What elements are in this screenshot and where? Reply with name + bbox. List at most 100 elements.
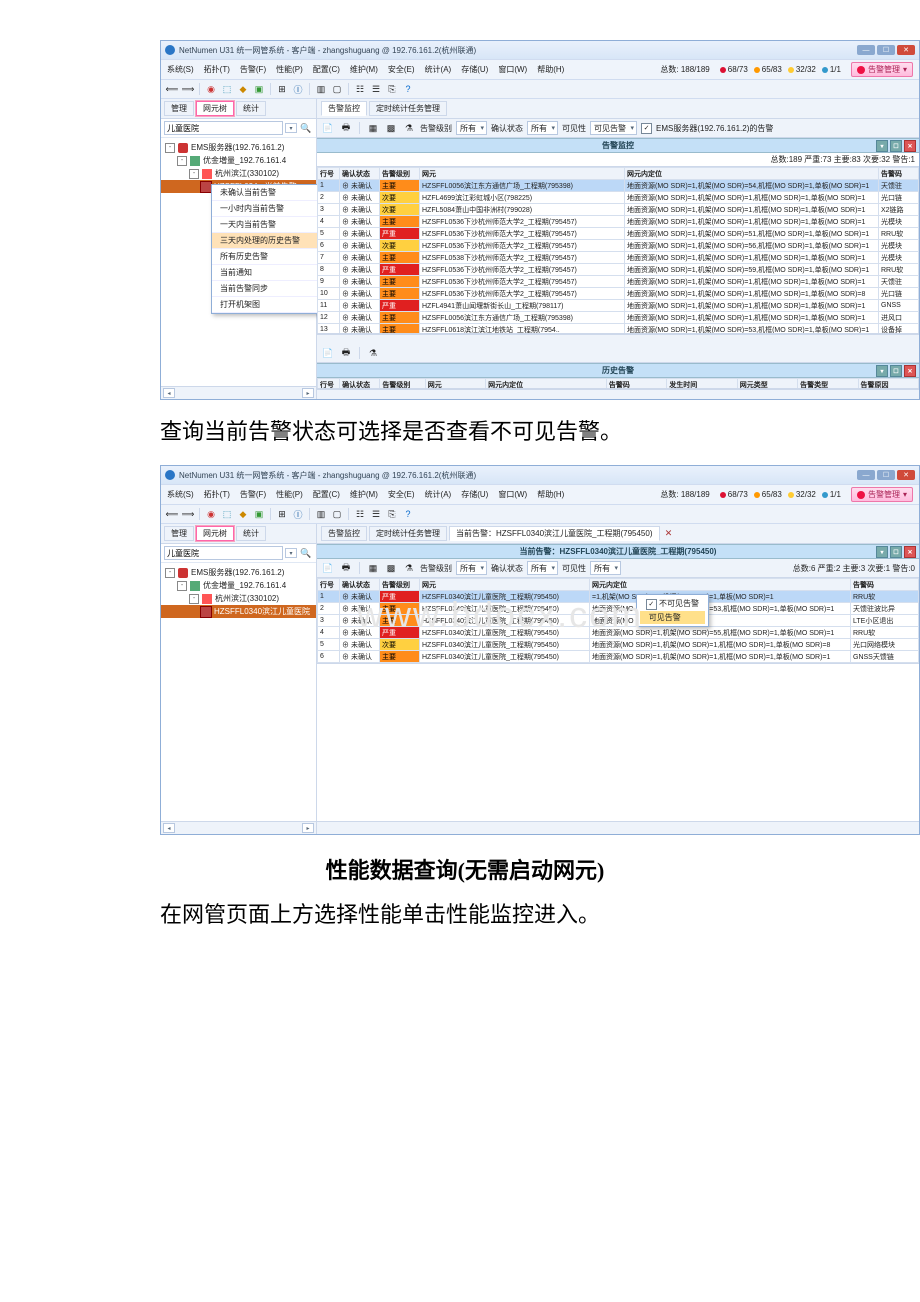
filter-icon[interactable]: ⚗ bbox=[402, 561, 416, 575]
toolbar-icon[interactable]: ◉ bbox=[204, 82, 218, 96]
table-row[interactable]: 6⊕ 未确认次要HZSFFL0536下沙杭州师范大学2_工程期(795457)地… bbox=[318, 240, 919, 252]
toolbar-icon[interactable]: ▣ bbox=[252, 507, 266, 521]
table-row[interactable]: 3⊕ 未确认主要HZSFFL0340滨江儿童医院_工程期(795450)地面资源… bbox=[318, 615, 919, 627]
toolbar-icon[interactable]: ☰ bbox=[369, 507, 383, 521]
toolbar-icon[interactable]: ▥ bbox=[314, 82, 328, 96]
search-icon[interactable]: 🔍 bbox=[299, 121, 313, 135]
minimize-button[interactable]: — bbox=[857, 470, 875, 480]
menu-topology[interactable]: 拓扑(T) bbox=[204, 489, 230, 500]
grid-icon[interactable]: ▦ bbox=[366, 121, 380, 135]
restore-panel-icon[interactable]: ☐ bbox=[890, 140, 902, 152]
toolbar-icon[interactable]: Ⓘ bbox=[291, 82, 305, 96]
table-row[interactable]: 1⊕ 未确认严重HZSFFL0340滨江儿童医院_工程期(795450)=1,机… bbox=[318, 591, 919, 603]
grid-icon[interactable]: ▩ bbox=[384, 121, 398, 135]
tree-item[interactable]: -EMS服务器(192.76.161.2) bbox=[161, 141, 316, 154]
grid-icon[interactable]: ▦ bbox=[366, 561, 380, 575]
table-row[interactable]: 5⊕ 未确认次要HZSFFL0340滨江儿童医院_工程期(795450)地面资源… bbox=[318, 639, 919, 651]
horizontal-scrollbar[interactable] bbox=[317, 334, 919, 344]
export-icon[interactable]: 📄 bbox=[321, 561, 335, 575]
menu-storage[interactable]: 存储(U) bbox=[461, 489, 488, 500]
close-panel-icon[interactable]: ✕ bbox=[904, 365, 916, 377]
horizontal-scrollbar[interactable] bbox=[317, 821, 919, 834]
right-tab-alarm-monitor[interactable]: 告警监控 bbox=[321, 101, 367, 116]
close-panel-icon[interactable]: ✕ bbox=[904, 140, 916, 152]
history-table[interactable]: 行号确认状态告警级别网元网元内定位告警码发生时间网元类型告警类型告警原因 bbox=[317, 378, 919, 389]
tree-item[interactable]: -EMS服务器(192.76.161.2) bbox=[161, 566, 316, 579]
horizontal-scrollbar[interactable] bbox=[317, 389, 919, 399]
filter-vis-dropdown[interactable]: 所有 bbox=[590, 561, 621, 575]
filter-icon[interactable]: ⚗ bbox=[366, 346, 380, 360]
column-header[interactable]: 网元类型 bbox=[737, 379, 797, 390]
column-header[interactable]: 网元 bbox=[425, 379, 485, 390]
back-icon[interactable]: ⟸ bbox=[165, 507, 179, 521]
search-icon[interactable]: 🔍 bbox=[299, 546, 313, 560]
toolbar-icon[interactable]: ☷ bbox=[353, 507, 367, 521]
right-tab-task-mgmt[interactable]: 定时统计任务管理 bbox=[369, 101, 447, 116]
sidebar-tab-stats[interactable]: 统计 bbox=[236, 101, 266, 116]
column-header[interactable]: 告警级别 bbox=[380, 168, 420, 180]
print-icon[interactable]: 🖶 bbox=[339, 346, 353, 360]
sidebar-tab-manage[interactable]: 管理 bbox=[164, 526, 194, 541]
close-button[interactable]: ✕ bbox=[897, 45, 915, 55]
table-row[interactable]: 10⊕ 未确认主要HZSFFL0536下沙杭州师范大学2_工程期(795457)… bbox=[318, 288, 919, 300]
sidebar-tab-manage[interactable]: 管理 bbox=[164, 101, 194, 116]
table-row[interactable]: 12⊕ 未确认主要HZSFFL0056滨江东方通信广场_工程期(795398)地… bbox=[318, 312, 919, 324]
scroll-right-icon[interactable]: ▸ bbox=[302, 388, 314, 398]
menu-statistics[interactable]: 统计(A) bbox=[425, 64, 452, 75]
search-dropdown-icon[interactable]: ▾ bbox=[285, 123, 297, 133]
column-header[interactable]: 告警码 bbox=[606, 379, 666, 390]
sidebar-tab-ne-tree[interactable]: 网元树 bbox=[196, 526, 234, 541]
toolbar-icon[interactable]: ◆ bbox=[236, 82, 250, 96]
scroll-left-icon[interactable]: ◂ bbox=[163, 388, 175, 398]
maximize-button[interactable]: ☐ bbox=[877, 45, 895, 55]
column-header[interactable]: 网元 bbox=[420, 168, 625, 180]
alarm-table[interactable]: 行号确认状态告警级别网元网元内定位告警码1⊕ 未确认主要HZSFFL0056滨江… bbox=[317, 167, 919, 334]
table-row[interactable]: 4⊕ 未确认严重HZSFFL0340滨江儿童医院_工程期(795450)地面资源… bbox=[318, 627, 919, 639]
column-header[interactable]: 告警码 bbox=[879, 168, 919, 180]
table-row[interactable]: 1⊕ 未确认主要HZSFFL0056滨江东方通信广场_工程期(795398)地面… bbox=[318, 180, 919, 192]
max-panel-icon[interactable]: ▾ bbox=[876, 365, 888, 377]
column-header[interactable]: 发生时间 bbox=[667, 379, 737, 390]
toolbar-icon[interactable]: Ⓘ bbox=[291, 507, 305, 521]
menu-help[interactable]: 帮助(H) bbox=[537, 64, 564, 75]
tree-item[interactable]: -优金増量_192.76.161.4 bbox=[161, 154, 316, 167]
menu-system[interactable]: 系统(S) bbox=[167, 64, 194, 75]
table-row[interactable]: 5⊕ 未确认严重HZSFFL0536下沙杭州师范大学2_工程期(795457)地… bbox=[318, 228, 919, 240]
toolbar-icon[interactable]: ☷ bbox=[353, 82, 367, 96]
column-header[interactable]: 确认状态 bbox=[340, 168, 380, 180]
forward-icon[interactable]: ⟹ bbox=[181, 82, 195, 96]
table-row[interactable]: 8⊕ 未确认严重HZSFFL0536下沙杭州师范大学2_工程期(795457)地… bbox=[318, 264, 919, 276]
search-input[interactable] bbox=[164, 546, 283, 560]
export-icon[interactable]: 📄 bbox=[321, 121, 335, 135]
restore-panel-icon[interactable]: ☐ bbox=[890, 365, 902, 377]
toolbar-icon[interactable]: ☰ bbox=[369, 82, 383, 96]
menu-maintain[interactable]: 维护(M) bbox=[350, 489, 378, 500]
right-tab-task-mgmt[interactable]: 定时统计任务管理 bbox=[369, 526, 447, 541]
table-row[interactable]: 7⊕ 未确认主要HZSFFL0538下沙杭州师范大学2_工程期(795457)地… bbox=[318, 252, 919, 264]
menu-window[interactable]: 窗口(W) bbox=[498, 64, 527, 75]
print-icon[interactable]: 🖶 bbox=[339, 121, 353, 135]
print-icon[interactable]: 🖶 bbox=[339, 561, 353, 575]
close-panel-icon[interactable]: ✕ bbox=[904, 546, 916, 558]
close-button[interactable]: ✕ bbox=[897, 470, 915, 480]
column-header[interactable]: 告警原因 bbox=[858, 379, 918, 390]
grid-icon[interactable]: ▩ bbox=[384, 561, 398, 575]
filter-level-dropdown[interactable]: 所有 bbox=[456, 561, 487, 575]
toolbar-icon[interactable]: ▢ bbox=[330, 507, 344, 521]
column-header[interactable]: 行号 bbox=[318, 168, 340, 180]
filter-ack-dropdown[interactable]: 所有 bbox=[527, 561, 558, 575]
menu-storage[interactable]: 存储(U) bbox=[461, 64, 488, 75]
table-row[interactable]: 11⊕ 未确认严重HZFL4941萧山闻堰新街长山_工程期(798117)地面资… bbox=[318, 300, 919, 312]
toolbar-icon[interactable]: ▢ bbox=[330, 82, 344, 96]
max-panel-icon[interactable]: ▾ bbox=[876, 546, 888, 558]
table-row[interactable]: 4⊕ 未确认主要HZSFFL0536下沙杭州师范大学2_工程期(795457)地… bbox=[318, 216, 919, 228]
menu-performance[interactable]: 性能(P) bbox=[276, 489, 303, 500]
toolbar-icon[interactable]: ⊞ bbox=[275, 507, 289, 521]
back-icon[interactable]: ⟸ bbox=[165, 82, 179, 96]
table-row[interactable]: 9⊕ 未确认主要HZSFFL0536下沙杭州师范大学2_工程期(795457)地… bbox=[318, 276, 919, 288]
scroll-left-icon[interactable]: ◂ bbox=[163, 823, 175, 833]
menu-security[interactable]: 安全(E) bbox=[388, 64, 415, 75]
menu-system[interactable]: 系统(S) bbox=[167, 489, 194, 500]
column-header[interactable]: 网元内定位 bbox=[625, 168, 879, 180]
column-header[interactable]: 确认状态 bbox=[340, 579, 380, 591]
